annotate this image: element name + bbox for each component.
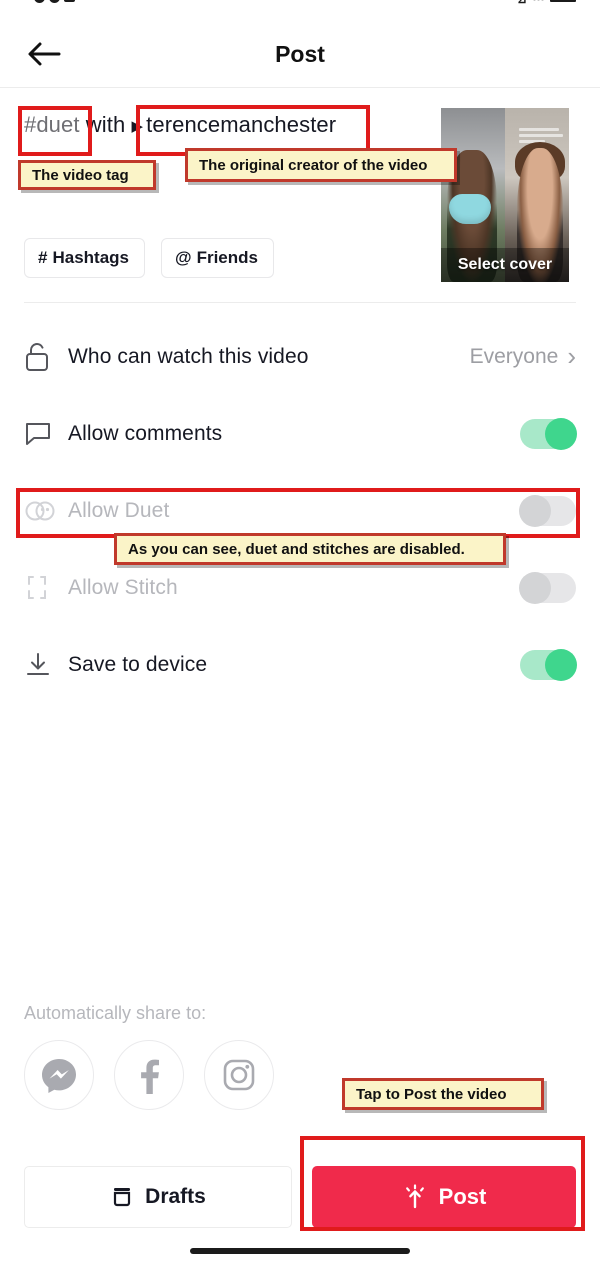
callout-video-tag: The video tag bbox=[18, 160, 156, 190]
drafts-box-icon bbox=[114, 1188, 131, 1207]
comment-bubble-icon bbox=[24, 420, 68, 448]
app-header: Post bbox=[0, 20, 600, 88]
callout-video-tag-text: The video tag bbox=[32, 166, 129, 184]
setting-label-save-to-device: Save to device bbox=[68, 652, 208, 676]
toggle-knob bbox=[545, 648, 577, 681]
hash-icon: # bbox=[38, 248, 48, 267]
at-icon: @ bbox=[175, 248, 192, 267]
face-mask-graphic bbox=[449, 194, 491, 224]
duet-tag-text: #duet bbox=[24, 112, 80, 137]
privacy-value-text: Everyone bbox=[469, 344, 559, 368]
post-button[interactable]: Post bbox=[312, 1166, 576, 1228]
status-bar-left bbox=[30, 0, 75, 3]
setting-value-who-can-watch[interactable]: Everyone › bbox=[470, 341, 576, 372]
drafts-button[interactable]: Drafts bbox=[24, 1166, 292, 1228]
callout-post-button-text: Tap to Post the video bbox=[356, 1085, 507, 1103]
status-bar-right: ⊿ ⋯ bbox=[517, 0, 576, 6]
upload-burst-icon bbox=[405, 1184, 424, 1209]
setting-row-who-can-watch[interactable]: Who can watch this video Everyone › bbox=[0, 318, 600, 395]
callout-creator: The original creator of the video bbox=[185, 148, 457, 182]
post-settings-list: Who can watch this video Everyone › Allo… bbox=[0, 318, 600, 703]
post-button-label: Post bbox=[438, 1184, 487, 1209]
select-cover-label: Select cover bbox=[441, 248, 569, 282]
caption-with-text: with bbox=[79, 112, 132, 137]
friends-chip-label: Friends bbox=[196, 248, 258, 267]
status-icon-c bbox=[64, 0, 75, 2]
select-cover-thumbnail[interactable]: Select cover bbox=[441, 108, 569, 282]
caption-line[interactable]: #duet with ▶ terencemanchester bbox=[24, 112, 336, 138]
status-bar: ⊿ ⋯ bbox=[0, 0, 600, 20]
stitch-icon bbox=[24, 574, 68, 602]
instagram-icon bbox=[223, 1059, 255, 1091]
home-indicator bbox=[190, 1248, 410, 1254]
setting-label-allow-stitch: Allow Stitch bbox=[68, 575, 178, 599]
share-section-label: Automatically share to: bbox=[24, 1003, 207, 1023]
chevron-right-icon: › bbox=[567, 341, 576, 371]
toggle-allow-stitch[interactable] bbox=[519, 571, 576, 604]
setting-label-allow-comments: Allow comments bbox=[68, 421, 223, 445]
share-messenger-button[interactable] bbox=[24, 1040, 94, 1110]
battery-icon bbox=[550, 0, 576, 2]
setting-label-who-can-watch: Who can watch this video bbox=[68, 344, 309, 368]
wifi-icon: ⋯ bbox=[533, 0, 545, 6]
hashtags-chip[interactable]: # Hashtags bbox=[24, 238, 145, 278]
callout-creator-text: The original creator of the video bbox=[199, 156, 428, 174]
status-icon-b bbox=[49, 0, 60, 3]
signal-icon: ⊿ bbox=[517, 0, 527, 6]
messenger-icon bbox=[42, 1059, 76, 1093]
unlock-icon bbox=[24, 342, 68, 372]
share-instagram-button[interactable] bbox=[204, 1040, 274, 1110]
toggle-allow-comments[interactable] bbox=[520, 417, 577, 450]
page-title: Post bbox=[275, 40, 325, 67]
callout-post-button: Tap to Post the video bbox=[342, 1078, 544, 1110]
toggle-knob bbox=[519, 494, 551, 527]
callout-duet-disabled-text: As you can see, duet and stitches are di… bbox=[128, 540, 465, 558]
toggle-knob bbox=[519, 571, 551, 604]
share-targets bbox=[24, 1040, 274, 1110]
download-icon bbox=[24, 651, 68, 679]
toggle-knob bbox=[545, 417, 577, 450]
play-triangle-icon: ▶ bbox=[131, 118, 144, 135]
callout-duet-disabled: As you can see, duet and stitches are di… bbox=[114, 533, 506, 565]
drafts-button-label: Drafts bbox=[145, 1185, 206, 1208]
chip-row: # Hashtags @ Friends bbox=[24, 238, 274, 278]
tiktok-post-screen: ⊿ ⋯ Post #duet with ▶terencemanchester #… bbox=[0, 0, 600, 1276]
setting-row-save-to-device[interactable]: Save to device bbox=[0, 626, 600, 703]
status-icon-a bbox=[34, 0, 45, 3]
share-facebook-button[interactable] bbox=[114, 1040, 184, 1110]
setting-label-allow-duet: Allow Duet bbox=[68, 498, 170, 522]
section-divider bbox=[24, 302, 576, 303]
bottom-action-bar: Drafts Post bbox=[0, 1164, 600, 1230]
toggle-save-to-device[interactable] bbox=[520, 648, 577, 681]
setting-row-allow-comments[interactable]: Allow comments bbox=[0, 395, 600, 472]
toggle-allow-duet[interactable] bbox=[519, 494, 576, 527]
facebook-icon bbox=[141, 1059, 159, 1094]
duet-icon bbox=[24, 498, 68, 524]
caption-area: #duet with ▶ terencemanchester # Hashtags… bbox=[0, 100, 600, 300]
hashtags-chip-label: Hashtags bbox=[52, 248, 129, 267]
friends-chip[interactable]: @ Friends bbox=[161, 238, 274, 278]
creator-mention-text: terencemanchester bbox=[146, 112, 337, 137]
